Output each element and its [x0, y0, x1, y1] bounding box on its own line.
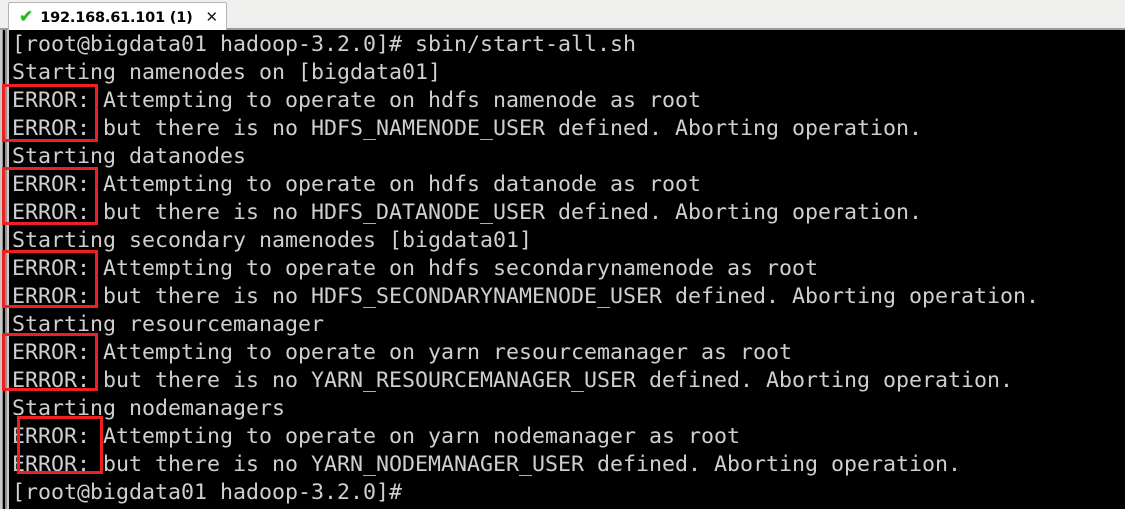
terminal-line: ERROR: Attempting to operate on hdfs nam…: [12, 88, 702, 113]
terminal-line: ERROR: Attempting to operate on hdfs sec…: [12, 256, 819, 281]
terminal-scrollbar[interactable]: [0, 30, 9, 509]
terminal-line: ERROR: but there is no HDFS_DATANODE_USE…: [12, 200, 923, 225]
tab-bar: ✔ 192.168.61.101 (1) ✕: [0, 0, 1125, 32]
terminal-line: ERROR: but there is no YARN_RESOURCEMANA…: [12, 368, 1014, 393]
terminal-line: ERROR: Attempting to operate on yarn res…: [12, 340, 793, 365]
terminal-line: Starting namenodes on [bigdata01]: [12, 60, 442, 85]
terminal-output-area[interactable]: [root@bigdata01 hadoop-3.2.0]# sbin/star…: [0, 30, 1125, 509]
terminal-line: Starting resourcemanager: [12, 312, 325, 337]
terminal-line: ERROR: Attempting to operate on yarn nod…: [12, 424, 741, 449]
terminal-line: ERROR: but there is no YARN_NODEMANAGER_…: [12, 452, 962, 477]
terminal-line: ERROR: but there is no HDFS_SECONDARYNAM…: [12, 284, 1040, 309]
terminal-line: ERROR: but there is no HDFS_NAMENODE_USE…: [12, 116, 923, 141]
green-check-icon: ✔: [19, 7, 34, 27]
terminal-line: Starting nodemanagers: [12, 396, 286, 421]
terminal-line: ERROR: Attempting to operate on hdfs dat…: [12, 172, 702, 197]
terminal-line: Starting secondary namenodes [bigdata01]: [12, 228, 533, 253]
tab-192-168-61-101[interactable]: ✔ 192.168.61.101 (1) ✕: [8, 2, 228, 32]
terminal-line: [root@bigdata01 hadoop-3.2.0]# sbin/star…: [12, 32, 637, 57]
terminal-line: Starting datanodes: [12, 144, 247, 169]
close-icon[interactable]: ✕: [206, 10, 219, 25]
tab-title: 192.168.61.101 (1): [40, 9, 193, 26]
terminal-window: ✔ 192.168.61.101 (1) ✕ [root@bigdata01 h…: [0, 0, 1125, 509]
terminal-lines: [root@bigdata01 hadoop-3.2.0]# sbin/star…: [12, 31, 1122, 507]
terminal-line: [root@bigdata01 hadoop-3.2.0]#: [12, 480, 403, 505]
